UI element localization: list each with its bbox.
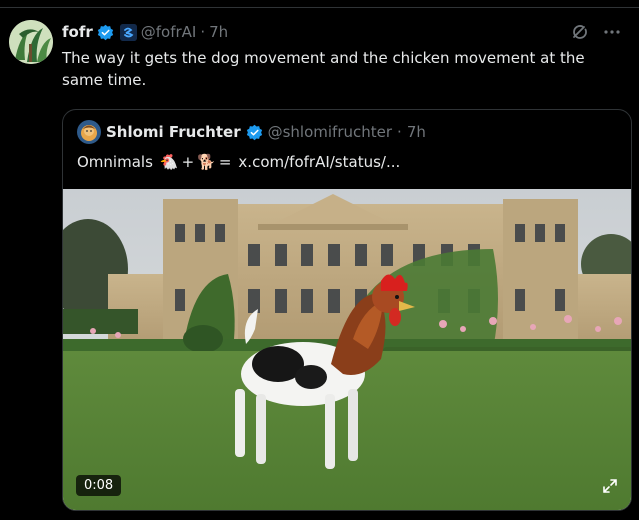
chicken-emoji: 🐔 (159, 153, 179, 171)
verified-icon[interactable] (246, 124, 263, 141)
more-icon[interactable] (603, 23, 621, 45)
video-frame (63, 189, 631, 510)
equals-sign: = (218, 153, 232, 171)
tweet-text: The way it gets the dog movement and the… (62, 49, 585, 89)
quote-author-name[interactable]: Shlomi Fruchter (106, 123, 241, 141)
quote-author-handle[interactable]: @shlomifruchter (268, 123, 392, 141)
quote-text-prefix: Omnimals (77, 153, 153, 171)
quote-header: Shlomi Fruchter @shlomifruchter · 7h (77, 120, 426, 144)
plus-sign: + (181, 153, 195, 171)
dog-emoji: 🐕 (197, 153, 216, 171)
quote-tweet[interactable]: Shlomi Fruchter @shlomifruchter · 7h Omn… (62, 109, 632, 511)
grok-icon[interactable] (571, 23, 589, 45)
quote-text: Omnimals 🐔 + 🐕 = x.com/fofrAI/status/... (77, 151, 400, 173)
verified-icon[interactable] (97, 24, 114, 41)
tweet-actions-top (571, 23, 621, 45)
tweet-header: fofr @fofrAI · 7h (62, 21, 228, 43)
author-handle[interactable]: @fofrAI (141, 23, 197, 41)
tweet-time[interactable]: 7h (209, 23, 228, 41)
expand-icon[interactable] (602, 478, 618, 498)
video-player[interactable]: 0:08 (63, 189, 631, 510)
quote-avatar[interactable] (77, 120, 101, 144)
avatar[interactable] (9, 20, 53, 64)
top-divider (0, 7, 639, 8)
separator-dot: · (397, 123, 402, 141)
separator-dot: · (200, 23, 206, 41)
quote-link[interactable]: x.com/fofrAI/status/... (238, 151, 400, 173)
video-duration: 0:08 (76, 475, 122, 496)
affiliate-badge-icon[interactable] (119, 23, 137, 41)
author-name[interactable]: fofr (62, 23, 93, 41)
quote-time[interactable]: 7h (407, 123, 426, 141)
